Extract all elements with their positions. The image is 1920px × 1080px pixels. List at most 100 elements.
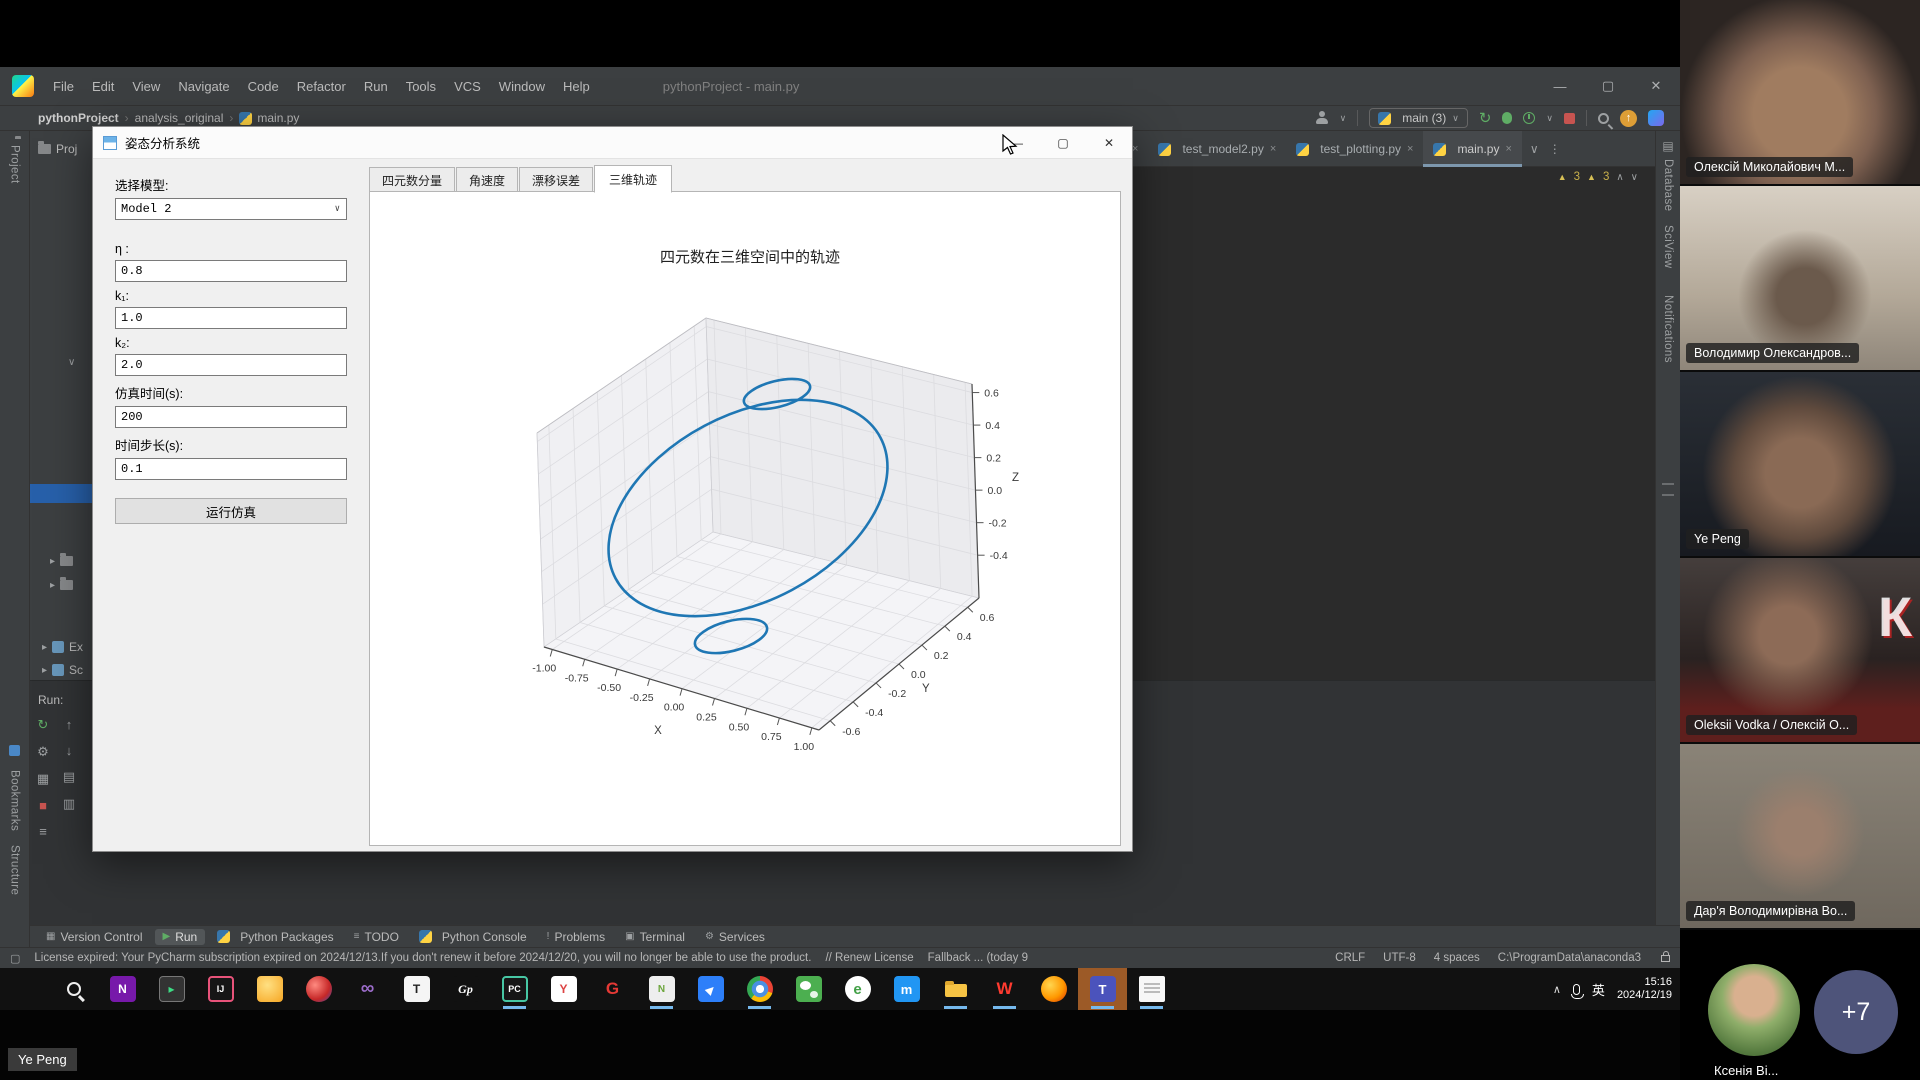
taskbar-icon-pycharm[interactable]: PC xyxy=(490,968,539,1010)
sidebar-item-database[interactable]: Database xyxy=(1662,159,1674,211)
sidebar-item-notifications[interactable]: Notifications xyxy=(1662,295,1674,363)
taskbar-icon-navicat[interactable] xyxy=(245,968,294,1010)
menu-navigate[interactable]: Navigate xyxy=(169,67,238,105)
sidebar-item-project[interactable]: Project xyxy=(9,145,21,184)
minimize-icon[interactable]: — xyxy=(1536,67,1584,105)
overflow-participants-badge[interactable]: +7 xyxy=(1814,970,1898,1054)
app-titlebar[interactable]: 姿态分析系统 — ▢ ✕ xyxy=(93,127,1132,159)
tree-row[interactable]: ▸ xyxy=(50,551,73,571)
taskbar-icon-notepad-plus-plus[interactable]: N xyxy=(637,968,686,1010)
taskbar-icon-wechat[interactable] xyxy=(784,968,833,1010)
bookmark-icon[interactable] xyxy=(9,745,20,756)
breadcrumb-folder[interactable]: analysis_original xyxy=(135,111,224,125)
toolbar-item-python-packages[interactable]: Python Packages xyxy=(209,929,341,945)
stop-icon[interactable]: ■ xyxy=(39,798,47,813)
tree-row[interactable]: ▸ xyxy=(50,575,73,595)
toolbar-item-run[interactable]: ▶ Run xyxy=(155,929,206,945)
renew-license-link[interactable]: // Renew License xyxy=(825,952,913,964)
debug-button[interactable] xyxy=(1502,112,1512,124)
taskbar-icon-sphere[interactable] xyxy=(294,968,343,1010)
maximize-icon[interactable]: ▢ xyxy=(1584,67,1632,105)
toolbar-item-terminal[interactable]: ▣ Terminal xyxy=(617,929,693,945)
close-icon[interactable]: × xyxy=(1505,143,1511,155)
taskbar-icon-start[interactable] xyxy=(0,968,49,1010)
profiler-button[interactable] xyxy=(1523,112,1535,124)
toolbar-item-todo[interactable]: ≡ TODO xyxy=(346,929,407,945)
close-icon[interactable]: × xyxy=(1270,143,1276,155)
window-icon[interactable]: ▢ xyxy=(10,952,20,965)
eta-field[interactable] xyxy=(115,260,347,282)
chevron-down-icon[interactable]: ∨ xyxy=(1340,113,1347,124)
breadcrumb-project[interactable]: pythonProject xyxy=(38,111,119,125)
taskbar-icon-terminal[interactable]: ▸ xyxy=(147,968,196,1010)
soft-wrap-icon[interactable]: ▤ xyxy=(63,769,75,785)
run-simulation-button[interactable]: 运行仿真 xyxy=(115,498,347,524)
menu-window[interactable]: Window xyxy=(490,67,554,105)
interpreter-indicator[interactable]: C:\ProgramData\anaconda3 xyxy=(1498,952,1641,964)
sidebar-item-bookmarks[interactable]: Bookmarks xyxy=(9,770,21,831)
tab-quaternion-components[interactable]: 四元数分量 xyxy=(369,167,455,192)
menu-vcs[interactable]: VCS xyxy=(445,67,490,105)
taskbar-icon-gp[interactable]: Gp xyxy=(441,968,490,1010)
close-icon[interactable]: × xyxy=(1407,143,1413,155)
tree-row-scratches[interactable]: ▸ Sc xyxy=(42,660,83,680)
taskbar-icon-youdao[interactable]: Y xyxy=(539,968,588,1010)
next-warning-icon[interactable]: ∨ xyxy=(1631,172,1638,183)
print-icon[interactable]: ▥ xyxy=(63,796,75,812)
menu-view[interactable]: View xyxy=(123,67,169,105)
close-icon[interactable]: ✕ xyxy=(1086,127,1132,159)
input-language-indicator[interactable]: 英 xyxy=(1592,980,1605,999)
prev-warning-icon[interactable]: ∧ xyxy=(1616,172,1623,183)
taskbar-icon-intellij[interactable]: IJ xyxy=(196,968,245,1010)
list-icon[interactable]: ▦ xyxy=(37,771,49,787)
tab-angular-velocity[interactable]: 角速度 xyxy=(456,167,518,192)
taskbar-clock[interactable]: 15:16 2024/12/19 xyxy=(1617,976,1672,1002)
taskbar-icon-onenote[interactable]: N xyxy=(98,968,147,1010)
menu-file[interactable]: File xyxy=(44,67,83,105)
tab-3d-trajectory[interactable]: 三维轨迹 xyxy=(594,165,672,193)
editor-tab-main[interactable]: main.py × xyxy=(1423,131,1521,167)
hidden-icons-chevron[interactable]: ∧ xyxy=(1553,983,1561,996)
video-tile[interactable]: Дар'я Володимирівна Во... xyxy=(1680,744,1920,930)
lock-icon[interactable] xyxy=(1661,955,1670,962)
down-icon[interactable]: ↓ xyxy=(66,743,73,758)
taskbar-icon-lark[interactable]: ▶ xyxy=(686,968,735,1010)
video-tile-overflow[interactable]: +7 Ксенія Ві... xyxy=(1680,930,1920,1080)
taskbar-icon-file-explorer[interactable] xyxy=(931,968,980,1010)
model-select[interactable]: Model 2 ∨ xyxy=(115,198,347,220)
up-icon[interactable]: ↑ xyxy=(66,717,73,732)
line-ending-indicator[interactable]: CRLF xyxy=(1335,952,1365,964)
menu-help[interactable]: Help xyxy=(554,67,599,105)
user-icon[interactable] xyxy=(1315,111,1329,125)
close-icon[interactable]: ✕ xyxy=(1632,67,1680,105)
toolbar-item-python-console[interactable]: Python Console xyxy=(411,929,535,945)
menu-tools[interactable]: Tools xyxy=(397,67,445,105)
taskbar-icon-typora[interactable]: T xyxy=(392,968,441,1010)
taskbar-icon-360-browser[interactable]: e xyxy=(833,968,882,1010)
video-tile[interactable]: Володимир Олександров... xyxy=(1680,186,1920,372)
sim-time-field[interactable] xyxy=(115,406,347,428)
maximize-icon[interactable]: ▢ xyxy=(1040,127,1086,159)
toolbar-item-services[interactable]: ⚙ Services xyxy=(697,929,773,945)
taskbar-icon-g[interactable]: G xyxy=(588,968,637,1010)
encoding-indicator[interactable]: UTF-8 xyxy=(1383,952,1416,964)
settings-icon[interactable]: ⚙ xyxy=(37,744,49,760)
toolbar-item-problems[interactable]: ! Problems xyxy=(539,929,613,945)
menu-edit[interactable]: Edit xyxy=(83,67,123,105)
update-icon[interactable]: ↑ xyxy=(1620,110,1637,127)
editor-tab-test-plotting[interactable]: test_plotting.py × xyxy=(1286,131,1423,167)
taskbar-icon-search[interactable] xyxy=(49,968,98,1010)
video-tile[interactable]: Ye Peng xyxy=(1680,372,1920,558)
taskbar-icon-wps[interactable]: W xyxy=(980,968,1029,1010)
taskbar-icon-m[interactable]: m xyxy=(882,968,931,1010)
menu-icon[interactable]: ≡ xyxy=(39,824,47,839)
breadcrumb-file[interactable]: main.py xyxy=(257,111,299,125)
menu-run[interactable]: Run xyxy=(355,67,397,105)
run-config-selector[interactable]: main (3) ∨ xyxy=(1369,108,1468,128)
taskbar-icon-firefox[interactable] xyxy=(1029,968,1078,1010)
kebab-menu-icon[interactable]: ⋮ xyxy=(1549,142,1561,156)
tree-row-external-libraries[interactable]: ▸ Ex xyxy=(42,637,83,657)
project-root-row[interactable]: Proj xyxy=(38,139,77,159)
k1-field[interactable] xyxy=(115,307,347,329)
chevron-down-icon[interactable]: ∨ xyxy=(1530,142,1539,156)
